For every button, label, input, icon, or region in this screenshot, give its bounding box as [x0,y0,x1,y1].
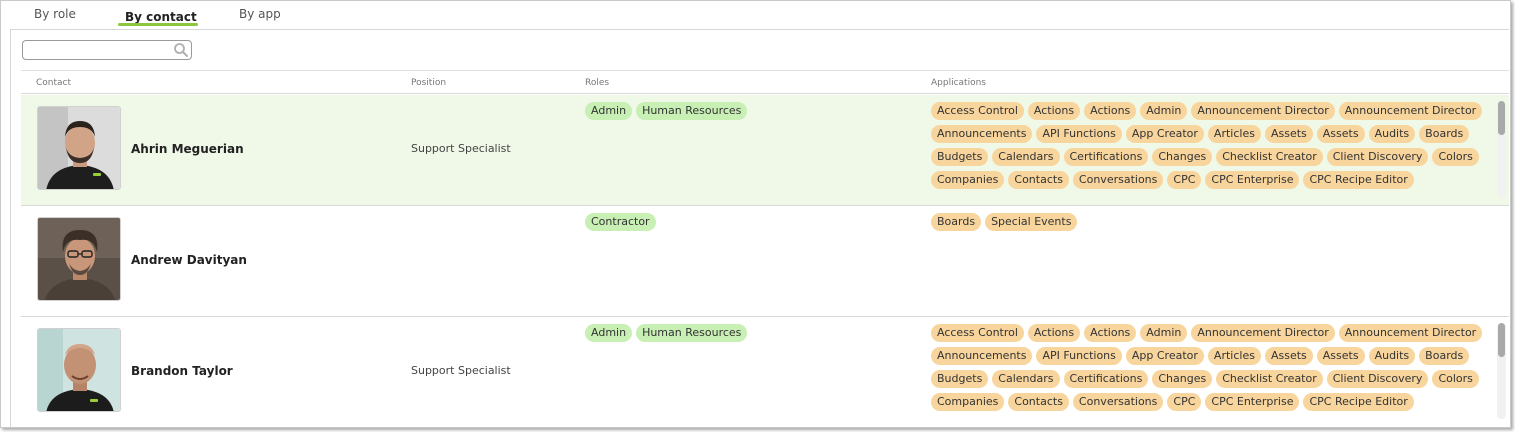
app-pill[interactable]: Access Control [931,102,1024,120]
app-pill[interactable]: Checklist Creator [1216,148,1323,166]
application-list: Access Control Actions Actions Admin Ann… [931,102,1487,189]
app-pill[interactable]: Client Discovery [1326,148,1429,166]
table-row[interactable]: Ahrin Meguerian Support Specialist Admin… [21,95,1509,206]
app-pill[interactable]: Boards [1419,347,1470,365]
app-pill[interactable]: Calendars [992,370,1060,388]
role-pill[interactable]: Admin [585,324,633,342]
app-pill[interactable]: Announcement Director [1338,324,1483,342]
app-pill[interactable]: Boards [931,213,982,231]
avatar [37,328,121,412]
app-pill[interactable]: Budgets [931,370,989,388]
app-pill[interactable]: CPC [1167,393,1202,411]
search-box [22,40,192,62]
app-pill[interactable]: Access Control [931,324,1024,342]
app-pill[interactable]: App Creator [1125,347,1204,365]
app-pill[interactable]: Companies [931,171,1005,189]
contact-name[interactable]: Ahrin Meguerian [131,142,244,156]
application-list: Access Control Actions Actions Admin Ann… [931,324,1487,411]
app-pill[interactable]: Audits [1368,347,1416,365]
application-list: Boards Special Events [931,213,1487,300]
app-pill[interactable]: Companies [931,393,1005,411]
app-pill[interactable]: Announcement Director [1191,102,1335,120]
role-pill[interactable]: Human Resources [636,324,748,342]
app-pill[interactable]: API Functions [1036,125,1122,143]
app-pill[interactable]: Actions [1084,102,1137,120]
tab-by-app[interactable]: By app [239,7,281,21]
avatar [37,106,121,190]
app-pill[interactable]: App Creator [1125,125,1204,143]
app-pill[interactable]: Actions [1027,324,1081,342]
search-icon[interactable] [173,42,189,58]
app-pill[interactable]: Checklist Creator [1216,370,1323,388]
table-row[interactable]: Andrew Davityan Contractor Boards Specia… [21,206,1509,317]
role-list: Admin Human Resources [585,324,748,342]
app-pill[interactable]: Calendars [992,148,1060,166]
contacts-panel: Contact Position Roles Applications Ahri [10,29,1509,427]
header-roles[interactable]: Roles [585,78,609,88]
role-pill[interactable]: Human Resources [636,102,748,120]
app-pill[interactable]: Assets [1264,347,1313,365]
app-pill[interactable]: API Functions [1036,347,1122,365]
contact-position: Support Specialist [411,364,511,377]
contact-name[interactable]: Brandon Taylor [131,364,233,378]
app-pill[interactable]: Announcement Director [1191,324,1335,342]
table-row[interactable]: Brandon Taylor Support Specialist Admin … [21,317,1509,427]
app-pill[interactable]: Colors [1432,370,1479,388]
contact-name[interactable]: Andrew Davityan [131,253,247,267]
app-pill[interactable]: Articles [1207,125,1261,143]
app-pill[interactable]: Actions [1084,324,1137,342]
header-applications[interactable]: Applications [931,78,986,88]
app-pill[interactable]: Assets [1316,347,1365,365]
table-header: Contact Position Roles Applications [21,70,1509,94]
app-pill[interactable]: Articles [1207,347,1261,365]
view-tabs: By role By contact By app [1,1,1510,29]
app-pill[interactable]: Changes [1152,148,1213,166]
role-list: Contractor [585,213,656,231]
scrollbar-thumb[interactable] [1498,323,1505,357]
app-pill[interactable]: Boards [1419,125,1470,143]
app-pill[interactable]: Certifications [1063,148,1149,166]
scrollbar-thumb[interactable] [1498,101,1505,135]
app-pill[interactable]: Admin [1140,324,1188,342]
app-pill[interactable]: Contacts [1008,393,1069,411]
app-pill[interactable]: Changes [1152,370,1213,388]
role-pill[interactable]: Admin [585,102,633,120]
app-pill[interactable]: Admin [1140,102,1188,120]
app-pill[interactable]: Assets [1316,125,1365,143]
role-list: Admin Human Resources [585,102,748,120]
app-pill[interactable]: Client Discovery [1326,370,1429,388]
contact-position: Support Specialist [411,142,511,155]
app-pill[interactable]: Conversations [1072,171,1164,189]
app-pill[interactable]: Audits [1368,125,1416,143]
role-pill[interactable]: Contractor [585,213,656,231]
app-pill[interactable]: CPC Enterprise [1205,171,1300,189]
app-pill[interactable]: Certifications [1063,370,1149,388]
app-pill[interactable]: CPC Enterprise [1205,393,1300,411]
header-contact[interactable]: Contact [36,78,71,88]
tab-by-contact[interactable]: By contact [125,10,197,24]
app-pill[interactable]: Actions [1027,102,1081,120]
app-pill[interactable]: Conversations [1072,393,1164,411]
app-pill[interactable]: Announcements [931,125,1033,143]
app-pill[interactable]: Assets [1264,125,1313,143]
search-input[interactable] [27,43,167,62]
applications-scrollbar[interactable] [1497,323,1506,419]
avatar [37,217,121,301]
active-tab-indicator [118,23,198,26]
app-pill[interactable]: Announcement Director [1338,102,1483,120]
app-pill[interactable]: Special Events [985,213,1078,231]
app-pill[interactable]: Announcements [931,347,1033,365]
app-pill[interactable]: Budgets [931,148,989,166]
tab-by-role[interactable]: By role [34,7,76,21]
app-pill[interactable]: Contacts [1008,171,1069,189]
app-pill[interactable]: CPC [1167,171,1202,189]
app-pill[interactable]: Colors [1432,148,1479,166]
applications-scrollbar[interactable] [1497,101,1506,197]
header-position[interactable]: Position [411,78,446,88]
app-pill[interactable]: CPC Recipe Editor [1303,171,1414,189]
contacts-access-window: By role By contact By app Contact Positi… [0,0,1511,428]
app-pill[interactable]: CPC Recipe Editor [1303,393,1414,411]
